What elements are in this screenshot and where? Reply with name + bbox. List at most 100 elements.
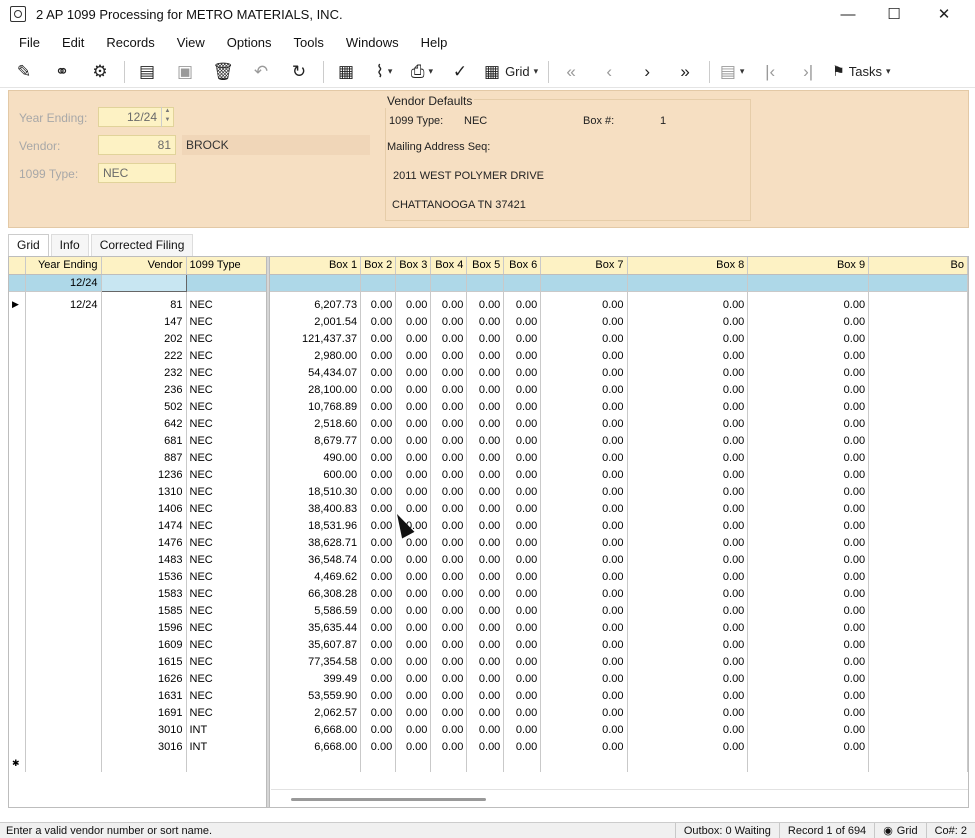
cell-box-6[interactable]: 0.00 xyxy=(503,534,542,551)
cell-year-ending[interactable] xyxy=(25,483,102,500)
table-row[interactable]: 35,607.87 0.00 0.00 0.00 0.00 0.00 0.00 0.00 0.0… xyxy=(270,636,968,653)
cell-box-2[interactable]: 0.00 xyxy=(360,296,397,313)
new-row-cell[interactable] xyxy=(540,755,628,772)
cell-box-4[interactable]: 0.00 xyxy=(430,500,468,517)
cell-box-1[interactable]: 2,062.57 xyxy=(270,704,362,721)
new-row-cell[interactable] xyxy=(627,755,749,772)
col-header-bo[interactable]: Bo xyxy=(868,257,968,275)
table-row[interactable]: 222 NEC xyxy=(9,347,268,364)
tab-corrected-filing[interactable]: Corrected Filing xyxy=(90,234,194,256)
table-row[interactable]: 1691 NEC xyxy=(9,704,268,721)
cell-year-ending[interactable] xyxy=(25,653,102,670)
cell-box-3[interactable]: 0.00 xyxy=(395,738,432,755)
cell-box-7[interactable]: 0.00 xyxy=(540,449,628,466)
cell-1099-type[interactable]: INT xyxy=(186,738,268,755)
new-row-cell[interactable] xyxy=(360,755,397,772)
cell-box-9[interactable]: 0.00 xyxy=(747,500,870,517)
cell-box-3[interactable]: 0.00 xyxy=(395,687,432,704)
cell-year-ending[interactable] xyxy=(25,313,102,330)
cell-box-9[interactable]: 0.00 xyxy=(747,432,870,449)
cell-box-5[interactable]: 0.00 xyxy=(466,381,505,398)
cell-box-8[interactable]: 0.00 xyxy=(627,636,749,653)
new-row[interactable] xyxy=(270,755,968,772)
cell-box-1[interactable]: 18,510.30 xyxy=(270,483,362,500)
table-row[interactable]: 2,062.57 0.00 0.00 0.00 0.00 0.00 0.00 0.00 0.00 xyxy=(270,704,968,721)
cell-1099-type[interactable]: NEC xyxy=(186,313,268,330)
cell-box-1[interactable]: 6,668.00 xyxy=(270,721,362,738)
cell-1099-type[interactable]: NEC xyxy=(186,687,268,704)
table-row[interactable]: 2,980.00 0.00 0.00 0.00 0.00 0.00 0.00 0.00 0.00 xyxy=(270,347,968,364)
cell-box-3[interactable]: 0.00 xyxy=(395,483,432,500)
cell-box-6[interactable]: 0.00 xyxy=(503,670,542,687)
cell-box-6[interactable]: 0.00 xyxy=(503,432,542,449)
cell-box-6[interactable]: 0.00 xyxy=(503,585,542,602)
cell-box-9[interactable]: 0.00 xyxy=(747,517,870,534)
cell-box-9[interactable]: 0.00 xyxy=(747,551,870,568)
cell-box-8[interactable]: 0.00 xyxy=(627,721,749,738)
table-row[interactable]: 3010 INT xyxy=(9,721,268,738)
table-row[interactable]: 1236 NEC xyxy=(9,466,268,483)
cell-vendor[interactable]: 202 xyxy=(101,330,187,347)
cell-vendor[interactable]: 232 xyxy=(101,364,187,381)
new-row-cell[interactable] xyxy=(395,755,432,772)
menu-tools[interactable]: Tools xyxy=(283,35,335,50)
table-row[interactable]: 38,628.71 0.00 0.00 0.00 0.00 0.00 0.00 0.00 0.0… xyxy=(270,534,968,551)
cell-box-5[interactable]: 0.00 xyxy=(466,551,505,568)
cell-box-8[interactable]: 0.00 xyxy=(627,330,749,347)
menu-windows[interactable]: Windows xyxy=(335,35,410,50)
cell-vendor[interactable]: 1483 xyxy=(101,551,187,568)
cell-vendor[interactable]: 1609 xyxy=(101,636,187,653)
table-row[interactable]: 1310 NEC xyxy=(9,483,268,500)
cell-box-5[interactable]: 0.00 xyxy=(466,687,505,704)
cell-vendor[interactable]: 3016 xyxy=(101,738,187,755)
table-row[interactable]: 1585 NEC xyxy=(9,602,268,619)
cell-box-8[interactable]: 0.00 xyxy=(627,347,749,364)
cell-box-5[interactable]: 0.00 xyxy=(466,466,505,483)
cell-box-4[interactable]: 0.00 xyxy=(430,534,468,551)
cell-box-1[interactable]: 38,400.83 xyxy=(270,500,362,517)
cell-box-9[interactable]: 0.00 xyxy=(747,466,870,483)
filter-cell[interactable] xyxy=(503,274,542,292)
cell-1099-type[interactable]: NEC xyxy=(186,500,268,517)
cell-1099-type[interactable]: NEC xyxy=(186,415,268,432)
cell-box-2[interactable]: 0.00 xyxy=(360,381,397,398)
cell-box-1[interactable]: 66,308.28 xyxy=(270,585,362,602)
cell-box-10[interactable] xyxy=(868,398,968,415)
cell-box-6[interactable]: 0.00 xyxy=(503,415,542,432)
table-row[interactable]: 1406 NEC xyxy=(9,500,268,517)
cell-box-7[interactable]: 0.00 xyxy=(540,296,628,313)
cell-vendor[interactable]: 222 xyxy=(101,347,187,364)
cell-box-4[interactable]: 0.00 xyxy=(430,466,468,483)
cell-box-8[interactable]: 0.00 xyxy=(627,517,749,534)
cell-box-8[interactable]: 0.00 xyxy=(627,500,749,517)
cell-box-2[interactable]: 0.00 xyxy=(360,500,397,517)
new-row-cell[interactable] xyxy=(466,755,505,772)
new-row[interactable]: ✱ xyxy=(9,755,268,772)
cell-box-2[interactable]: 0.00 xyxy=(360,738,397,755)
cell-box-8[interactable]: 0.00 xyxy=(627,449,749,466)
col-header-box-5[interactable]: Box 5 xyxy=(466,257,505,275)
cell-box-8[interactable]: 0.00 xyxy=(627,381,749,398)
cell-box-7[interactable]: 0.00 xyxy=(540,500,628,517)
cell-box-3[interactable]: 0.00 xyxy=(395,551,432,568)
cell-box-9[interactable]: 0.00 xyxy=(747,330,870,347)
cell-box-7[interactable]: 0.00 xyxy=(540,721,628,738)
filter-vendor[interactable] xyxy=(100,273,187,292)
cell-box-3[interactable]: 0.00 xyxy=(395,602,432,619)
cell-box-4[interactable]: 0.00 xyxy=(430,704,468,721)
cell-box-5[interactable]: 0.00 xyxy=(466,602,505,619)
filter-cell[interactable] xyxy=(430,274,468,292)
cell-box-2[interactable]: 0.00 xyxy=(360,483,397,500)
cell-year-ending[interactable] xyxy=(25,619,102,636)
cell-vendor[interactable]: 1585 xyxy=(101,602,187,619)
cell-box-4[interactable]: 0.00 xyxy=(430,483,468,500)
cell-box-8[interactable]: 0.00 xyxy=(627,687,749,704)
col-header-box-7[interactable]: Box 7 xyxy=(540,257,628,275)
table-row[interactable]: 8,679.77 0.00 0.00 0.00 0.00 0.00 0.00 0.00 0.00 xyxy=(270,432,968,449)
cell-box-4[interactable]: 0.00 xyxy=(430,619,468,636)
cell-box-2[interactable]: 0.00 xyxy=(360,449,397,466)
cell-vendor[interactable]: 1236 xyxy=(101,466,187,483)
cell-box-8[interactable]: 0.00 xyxy=(627,364,749,381)
cell-1099-type[interactable]: NEC xyxy=(186,704,268,721)
cell-box-8[interactable]: 0.00 xyxy=(627,619,749,636)
